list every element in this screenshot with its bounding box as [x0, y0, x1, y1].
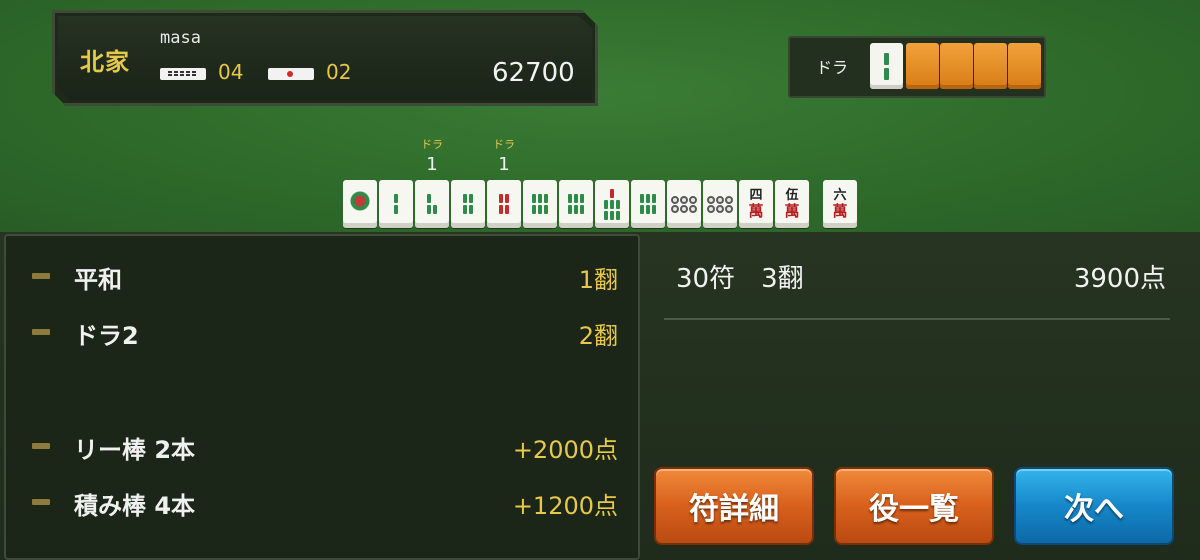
yaku-list-button[interactable]: 役一覧	[834, 467, 994, 545]
seat-wind: 北家	[80, 47, 130, 76]
bonus-value: +2000点	[512, 436, 618, 464]
tile-8-sou	[631, 180, 665, 228]
hidden-dora-tile	[1008, 43, 1041, 89]
honba-stick-icon	[160, 68, 206, 80]
bullet-icon	[32, 499, 50, 505]
tile-1-sou	[343, 180, 377, 228]
dora-marker-label: ドラ	[493, 138, 515, 151]
tile-2-sou	[379, 180, 413, 228]
bonus-row: 積み棒 4本 +1200点	[6, 482, 636, 522]
tile-7-sou	[595, 180, 629, 228]
dora-marker: ドラ 1	[487, 136, 521, 175]
bullet-icon	[32, 443, 50, 449]
tile-6-sou	[523, 180, 557, 228]
riichi-count: 02	[326, 60, 352, 84]
hidden-dora-tile	[940, 43, 973, 89]
tile-8-pin	[667, 180, 701, 228]
fu-detail-button[interactable]: 符詳細	[654, 467, 814, 545]
yaku-list-panel: 平和 1翻 ドラ2 2翻 リー棒 2本 +2000点 積み棒 4本 +1200点	[4, 234, 640, 560]
hidden-dora-tile	[974, 43, 1007, 89]
tile-5-man: 伍萬	[775, 180, 809, 228]
winning-tile-6-man: 六萬	[823, 180, 857, 228]
dora-marker: ドラ 1	[415, 136, 449, 175]
dora-marker-value: 1	[426, 154, 438, 175]
tile-3-sou	[415, 180, 449, 228]
fu-han-result: 30符 3翻	[676, 264, 804, 294]
player-score: 62700	[492, 58, 575, 88]
bonus-name: 積み棒 4本	[74, 492, 196, 520]
player-info-panel: 北家 masa 04 02 62700	[52, 10, 598, 106]
bonus-value: +1200点	[512, 492, 618, 520]
hidden-dora-tile	[906, 43, 939, 89]
tile-4-man: 四萬	[739, 180, 773, 228]
tile-8-pin	[703, 180, 737, 228]
dora-indicator-panel: ドラ	[788, 36, 1046, 98]
tile-4-sou	[451, 180, 485, 228]
dora-label: ドラ	[816, 58, 849, 77]
yaku-row: ドラ2 2翻	[6, 312, 636, 352]
bullet-icon	[32, 273, 50, 279]
yaku-han: 2翻	[578, 322, 618, 350]
next-button[interactable]: 次へ	[1014, 467, 1174, 545]
tile-6-sou	[559, 180, 593, 228]
yaku-han: 1翻	[578, 266, 618, 294]
result-divider	[664, 318, 1170, 320]
bullet-icon	[32, 329, 50, 335]
dora-marker-label: ドラ	[421, 138, 443, 151]
tile-4-sou-red	[487, 180, 521, 228]
player-name: masa	[160, 28, 201, 48]
riichi-stick-icon	[268, 68, 314, 80]
points-result: 3900点	[1073, 264, 1166, 294]
dora-marker-value: 1	[498, 154, 510, 175]
yaku-name: ドラ2	[74, 322, 139, 350]
dora-indicator-tile	[870, 43, 903, 89]
honba-count: 04	[218, 60, 244, 84]
bonus-name: リー棒 2本	[74, 436, 196, 464]
yaku-row: 平和 1翻	[6, 256, 636, 296]
yaku-name: 平和	[74, 266, 122, 294]
bonus-row: リー棒 2本 +2000点	[6, 426, 636, 466]
